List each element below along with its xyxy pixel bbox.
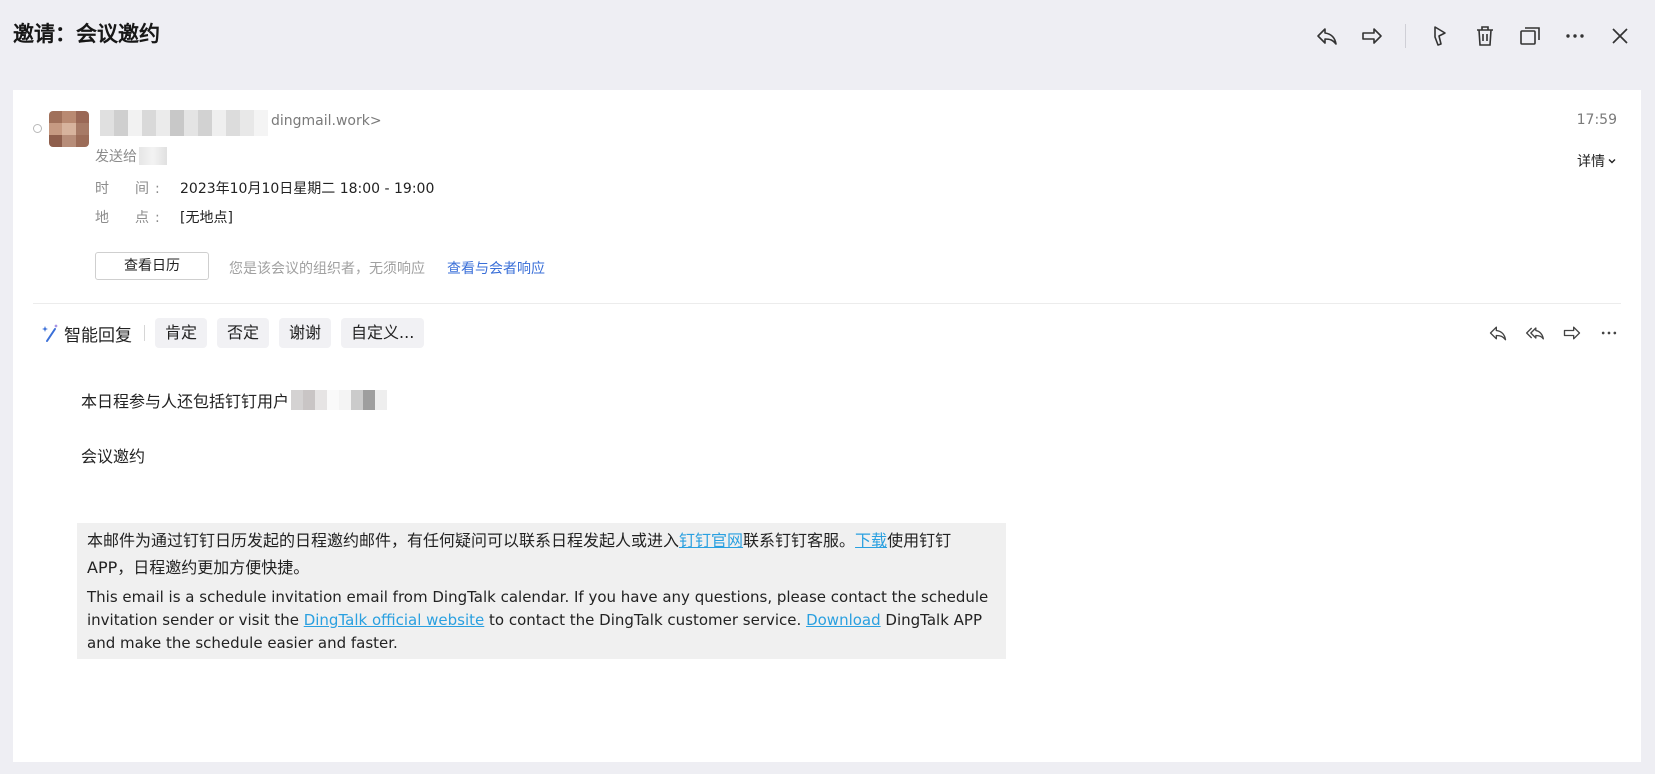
recipient-redacted [139,147,167,165]
download-link-zh[interactable]: 下载 [855,531,887,550]
unread-dot-icon [33,124,42,133]
dingtalk-site-link-en[interactable]: DingTalk official website [304,611,485,629]
view-responses-link[interactable]: 查看与会者响应 [447,258,545,278]
footer-zh: 本邮件为通过钉钉日历发起的日程邀约邮件，有任何疑问可以联系日程发起人或进入钉钉官… [87,527,996,581]
location-value: [无地点] [180,210,233,226]
footer-zh-text-2: 联系钉钉客服。 [743,531,856,550]
section-divider [33,303,1621,304]
more-button[interactable] [1558,19,1592,53]
meeting-time-row: 时 间: 2023年10月10日星期二 18:00 - 19:00 [95,178,434,198]
more-icon [1601,331,1617,335]
meeting-location-row: 地 点: [无地点] [95,207,233,227]
send-to-label: 发送给 [95,149,137,165]
organizer-note: 您是该会议的组织者，无须响应 [229,261,425,277]
download-link-en[interactable]: Download [806,611,881,629]
smart-reply-label: 智能回复 [64,325,132,346]
chip-deny[interactable]: 否定 [217,318,270,348]
quick-reply-button[interactable] [1486,321,1510,345]
location-label: 地 点: [95,210,166,226]
mark-button[interactable] [1423,19,1457,53]
new-window-icon [1520,27,1540,45]
details-label: 详情 [1577,154,1605,170]
trash-icon [1477,26,1493,46]
delete-button[interactable] [1468,19,1502,53]
new-window-button[interactable] [1513,19,1547,53]
chip-custom[interactable]: 自定义... [341,318,425,348]
received-time: 17:59 [1576,112,1617,128]
chip-thanks[interactable]: 谢谢 [279,318,332,348]
quick-actions [1473,321,1621,345]
details-toggle[interactable]: 详情 [1577,151,1617,171]
avatar[interactable] [49,111,89,147]
mail-title: 邀请：会议邀约 [13,22,160,46]
quick-more-button[interactable] [1597,321,1621,345]
sender-name-redacted [100,110,270,136]
view-calendar-button[interactable]: 查看日历 [95,252,209,280]
sparkle-icon [42,324,58,342]
more-icon [1566,34,1584,38]
dingtalk-site-link-zh[interactable]: 钉钉官网 [679,531,743,550]
participant-names-redacted [291,390,388,410]
participants-text: 本日程参与人还包括钉钉用户 [81,392,290,411]
participants-line: 本日程参与人还包括钉钉用户 [81,388,388,412]
quick-reply-all-button[interactable] [1523,321,1547,345]
smart-reply-bar: 智能回复 肯定 否定 谢谢 自定义... [40,318,434,348]
close-icon [1612,28,1628,44]
time-value: 2023年10月10日星期二 18:00 - 19:00 [180,181,435,197]
mail-card: dingmail.work> 发送给 17:59 详情 时 间: 2023年10… [13,90,1641,762]
quick-forward-button[interactable] [1560,321,1584,345]
dingtalk-footer: 本邮件为通过钉钉日历发起的日程邀约邮件，有任何疑问可以联系日程发起人或进入钉钉官… [77,523,1006,659]
time-label: 时 间: [95,181,166,197]
smart-reply-separator [144,325,145,341]
forward-icon [1563,326,1581,340]
forward-icon [1362,28,1382,44]
mail-toolbar [1299,19,1637,53]
subject-line: 会议邀约 [81,447,146,466]
sender-email: dingmail.work> [271,113,382,129]
chevron-down-icon [1608,159,1616,164]
reply-icon [1317,28,1337,45]
forward-button[interactable] [1355,19,1389,53]
flag-icon [1434,26,1446,46]
reply-icon [1489,326,1507,341]
reply-button[interactable] [1310,19,1344,53]
footer-en: This email is a schedule invitation emai… [87,586,996,655]
chip-affirm[interactable]: 肯定 [155,318,208,348]
reply-all-icon [1526,327,1544,340]
close-button[interactable] [1603,19,1637,53]
footer-en-text-2: to contact the DingTalk customer service… [484,611,807,629]
toolbar-separator [1405,24,1406,48]
send-to: 发送给 [95,146,167,166]
footer-zh-text-1: 本邮件为通过钉钉日历发起的日程邀约邮件，有任何疑问可以联系日程发起人或进入 [87,531,680,550]
